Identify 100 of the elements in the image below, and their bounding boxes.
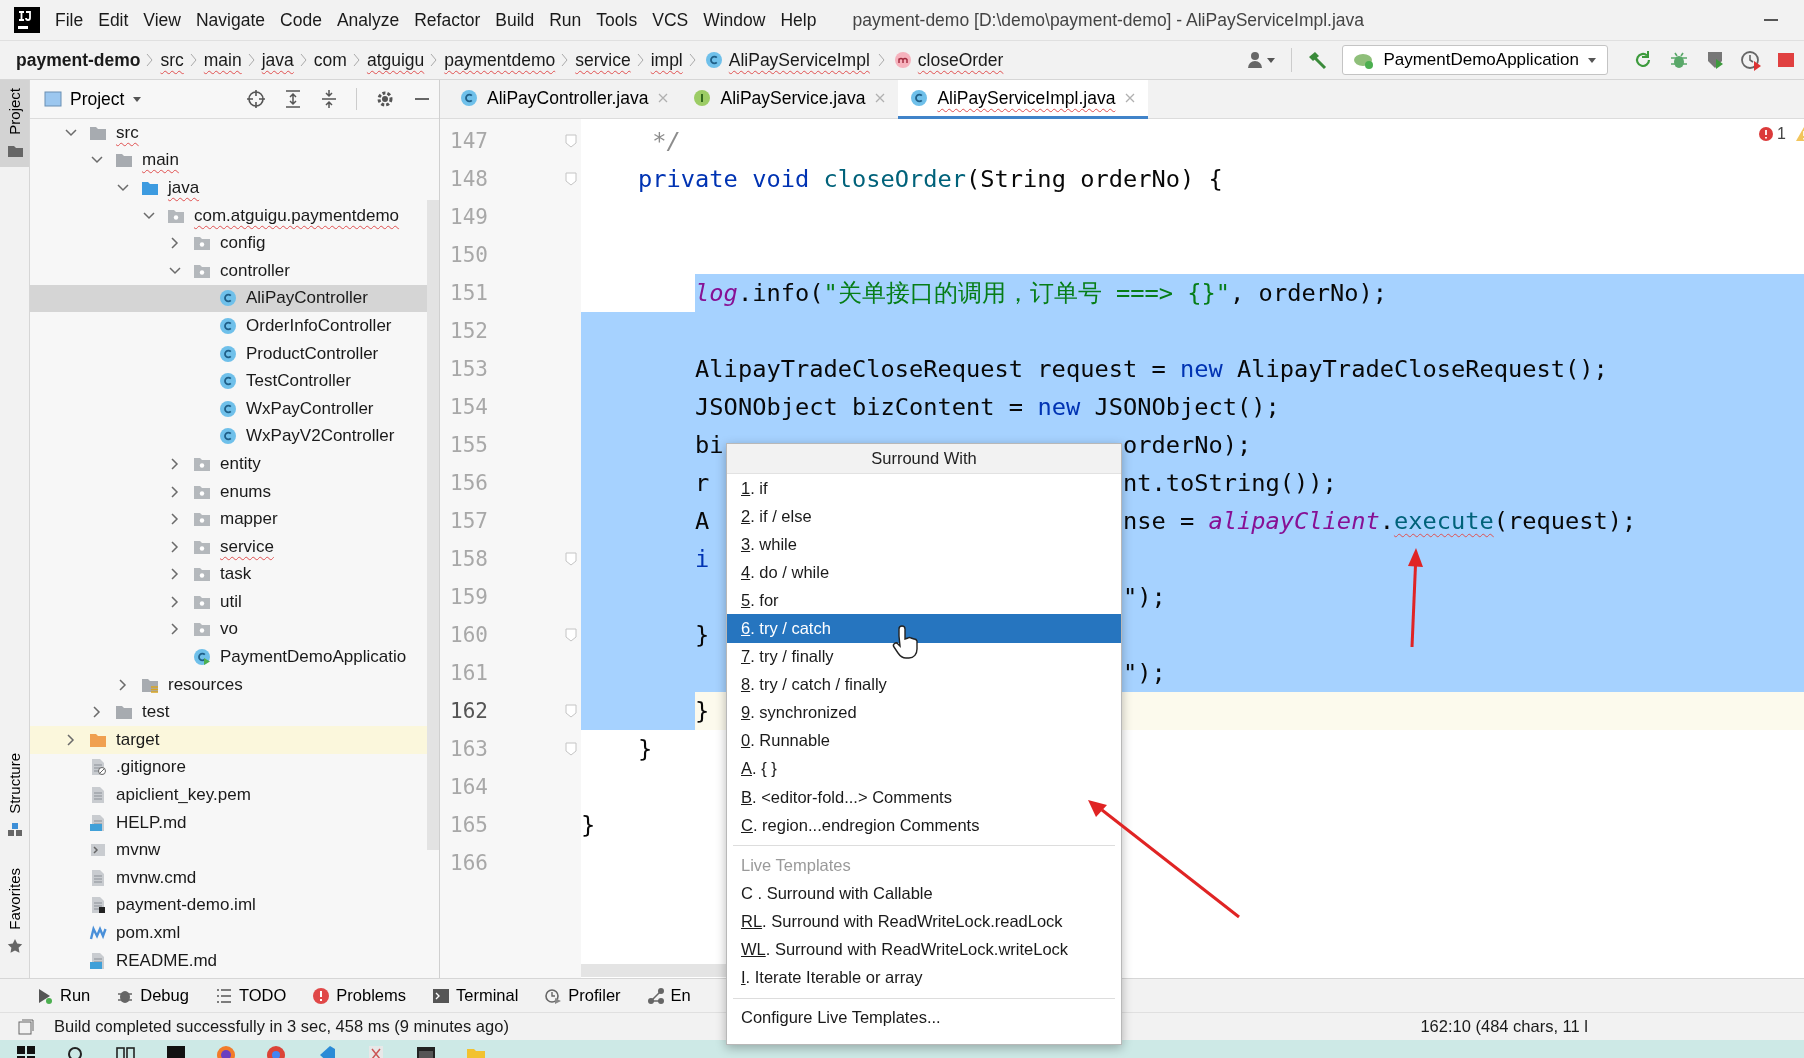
menu-item[interactable]: Window — [696, 9, 773, 31]
menu-item[interactable]: Configure Live Templates... — [727, 1003, 1121, 1032]
fold-marker-icon[interactable] — [565, 552, 577, 566]
menu-item[interactable]: 6. try / catch — [727, 614, 1121, 643]
fold-marker-icon[interactable] — [565, 628, 577, 642]
menu-item[interactable]: Run — [542, 9, 589, 31]
editor-tab[interactable]: AliPayController.java — [448, 80, 682, 119]
collapse-all-icon[interactable] — [320, 89, 338, 109]
menu-item[interactable]: 8. try / catch / finally — [727, 670, 1121, 699]
menu-item[interactable]: View — [136, 9, 188, 31]
tree-item[interactable]: PaymentDemoApplicatio — [30, 643, 427, 671]
crosshair-icon[interactable] — [246, 89, 266, 109]
stop-icon[interactable] — [1776, 50, 1796, 70]
fold-marker-icon[interactable] — [565, 172, 577, 186]
menu-item[interactable]: 4. do / while — [727, 558, 1121, 587]
menu-item[interactable]: 3. while — [727, 530, 1121, 559]
tree-item[interactable]: TestController — [30, 367, 427, 395]
menu-item[interactable]: Navigate — [189, 9, 273, 31]
tree-item[interactable]: com.atguigu.paymentdemo — [30, 201, 427, 230]
tool-window-button[interactable]: Debug — [116, 986, 189, 1005]
tree-item[interactable]: .gitignore — [30, 753, 427, 782]
tree-item[interactable]: mvnw.cmd — [30, 864, 427, 892]
menu-item[interactable]: WL. Surround with ReadWriteLock.writeLock — [727, 935, 1121, 964]
menu-item[interactable]: VCS — [645, 9, 696, 31]
menu-item[interactable]: 9. synchronized — [727, 698, 1121, 727]
fold-marker-icon[interactable] — [565, 704, 577, 718]
tree-item[interactable]: vo — [30, 615, 427, 644]
breadcrumb[interactable]: java — [261, 49, 294, 71]
tool-window-button[interactable]: Structure — [0, 745, 29, 847]
tree-item[interactable]: controller — [30, 256, 427, 285]
menu-item[interactable]: 7. try / finally — [727, 642, 1121, 671]
tree-item[interactable]: service — [30, 532, 427, 561]
tree-item[interactable]: WxPayController — [30, 394, 427, 423]
menu-item[interactable]: Build — [488, 9, 542, 31]
tool-window-button[interactable]: Problems — [312, 986, 406, 1005]
menu-item[interactable]: Refactor — [407, 9, 488, 31]
editor-tab[interactable]: AliPayService.java — [681, 80, 899, 119]
tree-item[interactable]: java — [30, 174, 427, 202]
project-view-dropdown[interactable]: Project — [38, 87, 149, 111]
tool-window-button[interactable]: Project — [0, 80, 29, 167]
breadcrumb[interactable]: com — [313, 49, 347, 71]
tool-window-button[interactable]: Profiler — [544, 986, 621, 1005]
fold-marker-icon[interactable] — [565, 742, 577, 756]
tree-item[interactable]: target — [30, 726, 427, 754]
expand-all-icon[interactable] — [284, 89, 302, 109]
menu-item[interactable]: I. Iterate Iterable or array — [727, 963, 1121, 992]
tree-item[interactable]: mapper — [30, 505, 427, 533]
tree-item[interactable]: WxPayV2Controller — [30, 422, 427, 451]
menu-item[interactable]: C . Surround with Callable — [727, 879, 1121, 908]
tree-item[interactable]: ProductController — [30, 339, 427, 368]
tree-item[interactable]: entity — [30, 450, 427, 478]
menu-item[interactable]: 1. if — [727, 474, 1121, 503]
settings-icon[interactable] — [375, 89, 395, 109]
breadcrumb[interactable]: src — [160, 49, 184, 71]
menu-item[interactable]: A. { } — [727, 754, 1121, 784]
tool-window-button[interactable]: TODO — [214, 986, 287, 1005]
tree-item[interactable]: config — [30, 229, 427, 257]
tree-item[interactable]: OrderInfoController — [30, 312, 427, 340]
scrollbar[interactable] — [427, 200, 439, 850]
breadcrumb[interactable]: closeOrder — [891, 49, 1006, 71]
menu-item[interactable]: 2. if / else — [727, 502, 1121, 531]
tree-item[interactable]: README.md — [30, 946, 427, 975]
menu-item[interactable]: RL. Surround with ReadWriteLock.readLock — [727, 907, 1121, 936]
menu-item[interactable]: Tools — [589, 9, 645, 31]
menu-item[interactable]: Edit — [91, 9, 136, 31]
breadcrumb[interactable]: paymentdemo — [444, 49, 556, 71]
person-icon[interactable] — [1247, 50, 1278, 70]
tree-item[interactable]: util — [30, 588, 427, 616]
tree-item[interactable]: test — [30, 698, 427, 727]
breadcrumb[interactable]: service — [575, 49, 631, 71]
menu-item[interactable]: C. region...endregion Comments — [727, 811, 1121, 840]
breadcrumb[interactable]: payment-demo — [16, 49, 141, 71]
tree-item[interactable]: main — [30, 146, 427, 175]
tree-item[interactable]: mvnw — [30, 836, 427, 865]
menu-item[interactable]: B. <editor-fold...> Comments — [727, 783, 1121, 812]
menu-item[interactable]: Analyze — [329, 9, 407, 31]
menu-item[interactable]: Code — [273, 9, 329, 31]
tree-item[interactable]: AliPayController — [30, 284, 427, 313]
clock-icon[interactable] — [1740, 49, 1762, 71]
tree-item[interactable]: enums — [30, 477, 427, 506]
tool-window-button[interactable]: Favorites — [0, 860, 29, 962]
tree-item[interactable]: src — [30, 119, 427, 147]
tree-item[interactable]: HELP.md — [30, 808, 427, 837]
menu-item[interactable]: 0. Runnable — [727, 726, 1121, 755]
breadcrumb[interactable]: atguigu — [366, 49, 425, 71]
fold-marker-icon[interactable] — [565, 134, 577, 148]
editor-tab[interactable]: AliPayServiceImpl.java — [898, 80, 1149, 119]
tool-window-button[interactable]: En — [646, 986, 691, 1005]
tree-item[interactable]: resources — [30, 670, 427, 699]
run-configuration-dropdown[interactable]: PaymentDemoApplication — [1342, 45, 1608, 75]
breadcrumb[interactable]: impl — [650, 49, 683, 71]
tree-item[interactable]: apiclient_key.pem — [30, 781, 427, 809]
breadcrumb[interactable]: main — [203, 49, 242, 71]
tool-window-button[interactable]: Run — [36, 986, 91, 1005]
breadcrumb[interactable]: AliPayServiceImpl — [702, 49, 872, 71]
menu-item[interactable]: 5. for — [727, 586, 1121, 615]
menu-item[interactable]: File — [48, 9, 91, 31]
tree-item[interactable]: pom.xml — [30, 919, 427, 947]
tree-item[interactable]: task — [30, 560, 427, 589]
tree-item[interactable]: payment-demo.iml — [30, 891, 427, 920]
